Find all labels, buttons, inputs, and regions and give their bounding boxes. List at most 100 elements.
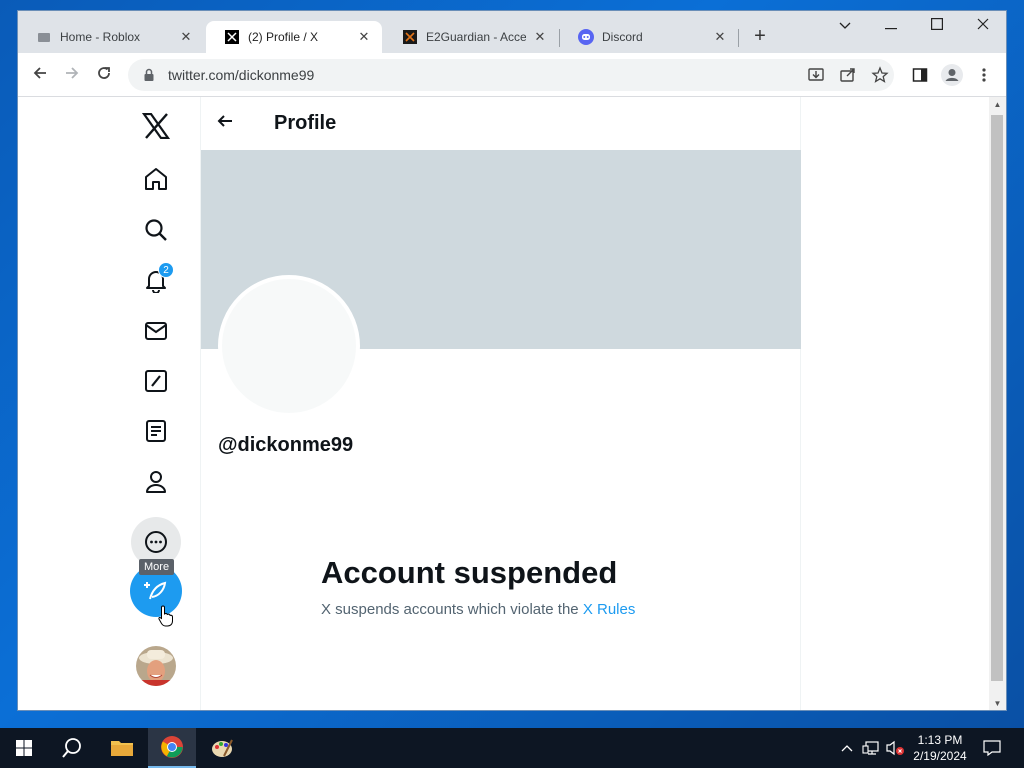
folder-icon — [111, 741, 133, 756]
network-tray-button[interactable] — [860, 728, 882, 768]
page-title: Profile — [274, 112, 337, 134]
more-tooltip: More — [139, 559, 175, 575]
paint-taskbar-button[interactable] — [198, 728, 246, 768]
avatar-image — [136, 646, 176, 686]
volume-tray-button[interactable] — [884, 728, 906, 768]
suspended-title: Account suspended — [321, 555, 618, 590]
menu-button[interactable] — [973, 64, 995, 86]
arrow-left-icon — [217, 115, 232, 127]
compose-feather-icon — [144, 581, 167, 600]
x-logo-link[interactable] — [131, 101, 181, 151]
share-button[interactable] — [837, 64, 859, 86]
scroll-down-arrow[interactable]: ▼ — [989, 696, 1006, 710]
hand-cursor-icon — [158, 605, 173, 627]
paint-icon — [212, 739, 233, 757]
chrome-icon — [161, 736, 183, 758]
back-button[interactable] — [28, 63, 52, 87]
nav-notifications[interactable]: 2 — [131, 255, 181, 305]
tab-title: Discord — [602, 30, 643, 44]
side-panel-button[interactable] — [909, 64, 931, 86]
action-center-icon — [983, 740, 1001, 756]
windows-icon — [16, 740, 32, 756]
browser-window: Home - Roblox ✕ (2) Profile / X ✕ E2Guar… — [17, 10, 1007, 711]
tab-separator — [738, 29, 739, 47]
profile-handle: @dickonme99 — [218, 434, 354, 456]
home-icon — [145, 168, 167, 190]
close-icon — [977, 18, 989, 30]
web-page: 2 More Profile @dickonme99 Account suspe… — [18, 97, 990, 710]
scrollbar-thumb[interactable] — [991, 115, 1003, 681]
profile-picture — [218, 275, 360, 417]
clock-time: 1:13 PM — [917, 733, 963, 747]
arrow-left-icon — [33, 67, 46, 79]
search-icon — [62, 738, 81, 758]
url-text: twitter.com/dickonme99 — [168, 67, 315, 83]
install-app-button[interactable] — [805, 64, 827, 86]
tab-title: Home - Roblox — [60, 30, 141, 44]
discord-icon — [578, 29, 594, 45]
suspended-message: X suspends accounts which violate the X … — [321, 601, 635, 618]
chrome-taskbar-button[interactable] — [148, 728, 196, 768]
tab-title: E2Guardian - Access — [426, 30, 526, 44]
share-icon — [840, 68, 855, 82]
network-icon — [862, 741, 879, 755]
search-button[interactable] — [48, 728, 96, 768]
minimize-button[interactable] — [868, 11, 914, 43]
x-logo-icon — [402, 29, 418, 45]
profile-header: Profile — [201, 97, 801, 150]
tab-discord[interactable]: Discord ✕ — [560, 21, 738, 53]
suspended-text: X suspends accounts which violate the — [321, 601, 583, 618]
close-icon[interactable]: ✕ — [178, 29, 194, 45]
tray-overflow-button[interactable] — [838, 728, 856, 768]
nav-explore[interactable] — [131, 205, 181, 255]
tab-search-button[interactable] — [822, 11, 868, 43]
tab-roblox[interactable]: Home - Roblox ✕ — [18, 21, 204, 53]
arrow-right-icon — [66, 67, 79, 79]
close-icon[interactable]: ✕ — [532, 29, 548, 45]
back-arrow-button[interactable] — [215, 111, 239, 135]
reload-button[interactable] — [92, 63, 116, 87]
profile-button[interactable] — [941, 64, 963, 86]
chevron-down-icon — [839, 22, 851, 29]
x-logo-icon — [224, 29, 240, 45]
taskbar-clock[interactable]: 1:13 PM 2/19/2024 — [905, 732, 975, 764]
main-column: Profile @dickonme99 Account suspended X … — [201, 97, 801, 710]
maximize-icon — [931, 18, 944, 31]
minimize-icon — [885, 28, 897, 30]
maximize-button[interactable] — [914, 11, 960, 43]
chevron-up-icon — [841, 745, 853, 752]
roblox-icon — [36, 29, 52, 45]
clock-date: 2/19/2024 — [913, 749, 967, 763]
reload-icon — [98, 67, 110, 79]
nav-home[interactable] — [131, 154, 181, 204]
tab-title: (2) Profile / X — [248, 30, 319, 44]
star-icon — [871, 66, 889, 83]
file-explorer-button[interactable] — [98, 728, 146, 768]
tab-e2guardian[interactable]: E2Guardian - Access ✕ — [384, 21, 558, 53]
close-icon[interactable]: ✕ — [712, 29, 728, 45]
close-icon[interactable]: ✕ — [356, 29, 372, 45]
nav-profile[interactable] — [131, 457, 181, 507]
forward-button[interactable] — [60, 63, 84, 87]
close-window-button[interactable] — [960, 11, 1006, 43]
notification-badge: 2 — [158, 262, 174, 278]
account-avatar[interactable] — [136, 646, 176, 686]
bookmark-button[interactable] — [869, 64, 891, 86]
volume-muted-icon — [886, 740, 904, 756]
page-scrollbar[interactable]: ▲ ▼ — [989, 97, 1006, 710]
search-icon — [145, 219, 167, 241]
start-button[interactable] — [0, 728, 48, 768]
tab-profile-x[interactable]: (2) Profile / X ✕ — [206, 21, 382, 53]
nav-lists[interactable] — [131, 406, 181, 456]
tab-strip: Home - Roblox ✕ (2) Profile / X ✕ E2Guar… — [18, 11, 1006, 53]
new-tab-button[interactable]: + — [748, 25, 772, 49]
notifications-tray-button[interactable] — [980, 728, 1004, 768]
person-icon — [146, 471, 166, 493]
x-rules-link[interactable]: X Rules — [583, 601, 636, 618]
lock-icon — [144, 68, 154, 81]
taskbar: 1:13 PM 2/19/2024 — [0, 728, 1024, 768]
scroll-up-arrow[interactable]: ▲ — [989, 97, 1006, 113]
nav-messages[interactable] — [131, 306, 181, 356]
address-bar[interactable]: twitter.com/dickonme99 — [128, 59, 894, 91]
nav-grok[interactable] — [131, 356, 181, 406]
